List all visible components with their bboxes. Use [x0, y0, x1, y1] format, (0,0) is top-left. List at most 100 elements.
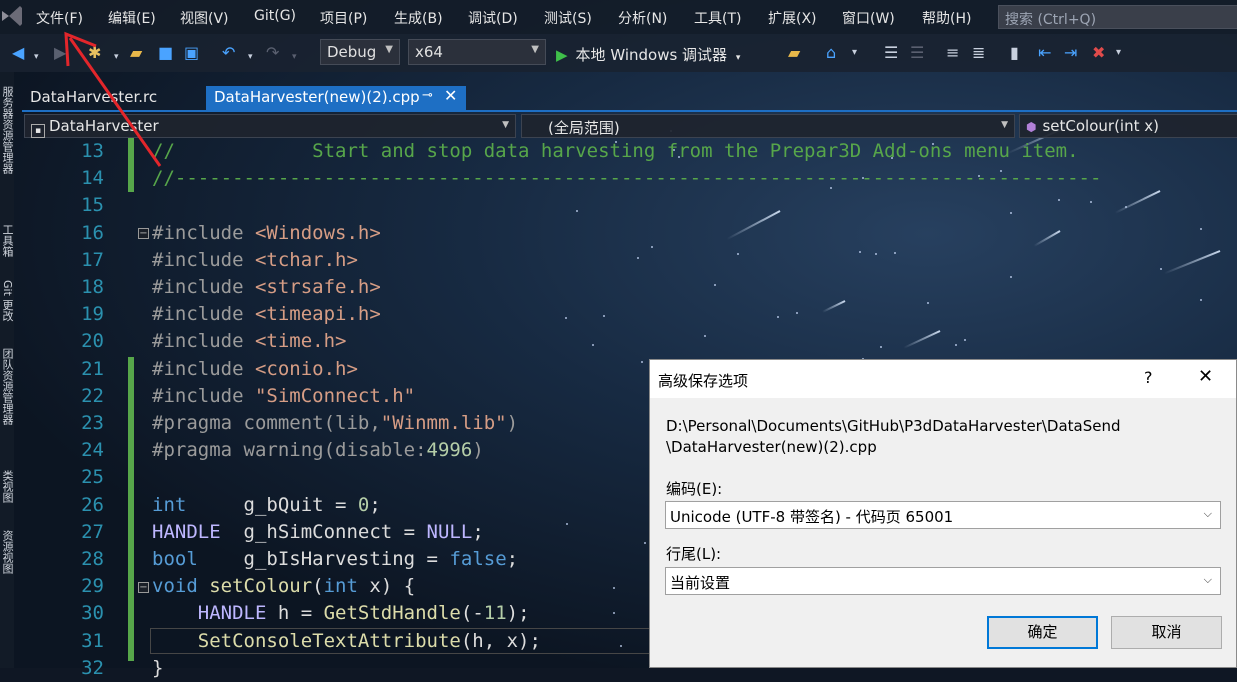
encoding-select[interactable]: Unicode (UTF-8 带签名) - 代码页 65001 ⌵	[665, 501, 1221, 529]
scope-nav-select[interactable]: (全局范围) ▼	[521, 114, 1015, 138]
code-line[interactable]: int g_bQuit = 0;	[152, 492, 381, 519]
redo-icon[interactable]: ↷	[266, 44, 279, 62]
collapse-icon[interactable]: −	[138, 228, 149, 239]
menu-item-0[interactable]: 文件(F)	[36, 8, 83, 28]
menu-item-1[interactable]: 编辑(E)	[108, 8, 156, 28]
member-nav-select[interactable]: ⬢ setColour(int x)	[1019, 114, 1237, 138]
code-line[interactable]: bool g_bIsHarvesting = false;	[152, 546, 518, 573]
code-token: #include	[152, 222, 255, 244]
code-line[interactable]: #pragma warning(disable:4996)	[152, 437, 484, 464]
chevron-down-icon: ▼	[531, 44, 539, 55]
forward-icon[interactable]: ▶	[54, 44, 66, 62]
close-tab-icon[interactable]: ✕	[444, 86, 457, 105]
toolbar: ◀ ▾ ▶ ✱ ▾ ▰ ■ ▣ ↶ ▾ ↷ ▾ Debug ▼ x64 ▼ ▶ 本…	[0, 34, 1237, 72]
code-line[interactable]: #include "SimConnect.h"	[152, 383, 415, 410]
star	[859, 251, 861, 253]
star	[796, 312, 798, 314]
indent-icon[interactable]: ☰	[884, 44, 898, 62]
new-dropdown-icon[interactable]: ▾	[114, 48, 119, 66]
undo-icon[interactable]: ↶	[222, 44, 235, 62]
menu-item-9[interactable]: 工具(T)	[694, 8, 741, 28]
menu-item-10[interactable]: 扩展(X)	[768, 8, 817, 28]
class-view-tab[interactable]: 类视图	[0, 470, 14, 503]
tab-label: DataHarvester.rc	[30, 88, 158, 106]
star	[880, 346, 882, 348]
back-dropdown-icon[interactable]: ▾	[34, 48, 39, 66]
code-line[interactable]: // Start and stop data harvesting from t…	[152, 138, 1079, 165]
line-number: 16	[81, 222, 104, 244]
save-icon[interactable]: ■	[158, 44, 173, 62]
menu-item-2[interactable]: 视图(V)	[180, 8, 229, 28]
previous-bookmark-icon[interactable]: ⇤	[1038, 44, 1051, 62]
menu-item-5[interactable]: 生成(B)	[394, 8, 443, 28]
comment-icon[interactable]: ≡	[946, 44, 959, 62]
menu-item-4[interactable]: 项目(P)	[320, 8, 367, 28]
tab-dataharvester-rc[interactable]: DataHarvester.rc	[22, 86, 206, 110]
back-icon[interactable]: ◀	[12, 44, 24, 62]
folder-search-icon[interactable]: ▰	[788, 44, 800, 62]
code-token: #include	[152, 330, 255, 352]
code-token: g_bIsHarvesting =	[197, 548, 450, 570]
star	[1010, 212, 1012, 214]
start-debugging-button[interactable]: ▶ 本地 Windows 调试器 ▾	[556, 44, 740, 65]
clear-bookmarks-icon[interactable]: ✖	[1092, 44, 1105, 62]
uncomment-icon[interactable]: ≣	[972, 44, 985, 62]
code-line[interactable]: #pragma comment(lib,"Winmm.lib")	[152, 410, 518, 437]
code-token: <tchar.h>	[254, 249, 358, 271]
configuration-select[interactable]: Debug ▼	[320, 39, 400, 65]
code-token: 11	[483, 602, 507, 624]
open-folder-icon[interactable]: ▰	[130, 44, 142, 62]
new-project-icon[interactable]: ✱	[88, 44, 101, 62]
resource-view-tab[interactable]: 资源视图	[0, 530, 14, 574]
project-nav-select[interactable]: ▪ DataHarvester ▼	[24, 114, 516, 138]
code-line[interactable]: HANDLE g_hSimConnect = NULL;	[152, 519, 484, 546]
code-token: #include	[152, 358, 255, 380]
menu-item-11[interactable]: 窗口(W)	[842, 8, 895, 28]
menu-item-3[interactable]: Git(G)	[254, 8, 296, 24]
star	[613, 612, 615, 614]
outdent-icon[interactable]: ☰	[910, 44, 924, 62]
undo-dropdown-icon[interactable]: ▾	[248, 48, 253, 66]
tab-dataharvester-cpp[interactable]: DataHarvester(new)(2).cpp ⊸ ✕	[206, 86, 466, 110]
code-line[interactable]: #include <strsafe.h>	[152, 274, 381, 301]
code-line[interactable]: #include <timeapi.h>	[152, 301, 381, 328]
toolbar-overflow-2-icon[interactable]: ▾	[1116, 44, 1121, 62]
code-line[interactable]: //--------------------------------------…	[152, 165, 1101, 192]
code-line[interactable]: #include <time.h>	[152, 328, 346, 355]
menu-item-6[interactable]: 调试(D)	[468, 8, 518, 28]
cancel-button[interactable]: 取消	[1111, 616, 1222, 649]
next-bookmark-icon[interactable]: ⇥	[1064, 44, 1077, 62]
menu-item-7[interactable]: 测试(S)	[544, 8, 592, 28]
toolbar-overflow-icon[interactable]: ▾	[852, 44, 857, 62]
search-input[interactable]: 搜索 (Ctrl+Q)	[998, 5, 1237, 29]
server-explorer-tab[interactable]: 服务器资源管理器	[0, 86, 14, 174]
menu-item-8[interactable]: 分析(N)	[618, 8, 667, 28]
code-line[interactable]: #include <tchar.h>	[152, 247, 358, 274]
collapse-icon[interactable]: −	[138, 582, 149, 593]
star	[894, 252, 896, 254]
code-line[interactable]: HANDLE h = GetStdHandle(-11);	[152, 600, 530, 627]
team-explorer-tab[interactable]: 团队资源管理器	[0, 348, 14, 425]
ok-button[interactable]: 确定	[987, 616, 1098, 649]
redo-dropdown-icon[interactable]: ▾	[292, 48, 297, 66]
help-button[interactable]: ?	[1144, 368, 1153, 387]
code-line[interactable]: #include <conio.h>	[152, 356, 358, 383]
toolbox-tab[interactable]: 工具箱	[0, 224, 14, 257]
line-ending-select[interactable]: 当前设置 ⌵	[665, 567, 1221, 595]
pin-icon[interactable]: ⊸	[422, 88, 433, 103]
chevron-down-icon: ⌵	[1203, 573, 1212, 586]
scope-nav-value: (全局范围)	[548, 119, 620, 137]
run-dropdown-icon[interactable]: ▾	[736, 53, 741, 63]
code-line[interactable]: void setColour(int x) {	[152, 573, 415, 600]
menu-item-12[interactable]: 帮助(H)	[922, 8, 971, 28]
bookmark-icon[interactable]: ▮	[1010, 44, 1019, 62]
close-icon[interactable]: ✕	[1198, 366, 1213, 387]
home-icon[interactable]: ⌂	[826, 44, 836, 62]
code-line[interactable]: #include <Windows.h>	[152, 220, 381, 247]
save-all-icon[interactable]: ▣	[184, 44, 199, 62]
line-number: 30	[81, 602, 104, 624]
code-line[interactable]: }	[152, 655, 163, 682]
dialog-title: 高级保存选项	[658, 372, 749, 390]
git-changes-tab[interactable]: Git 更改	[0, 280, 14, 321]
platform-select[interactable]: x64 ▼	[408, 39, 546, 65]
